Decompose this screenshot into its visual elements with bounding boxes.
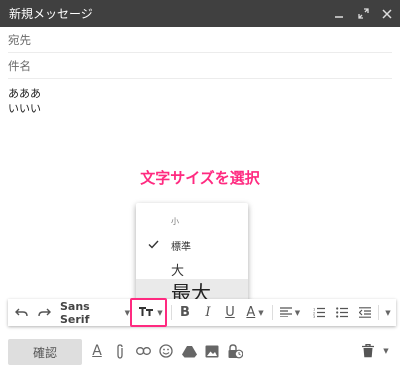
text-color-icon: A: [246, 305, 256, 320]
text-size-menu: 小 標準 大 最大: [136, 203, 248, 305]
underline-icon[interactable]: U: [219, 299, 241, 326]
italic-icon[interactable]: I: [197, 299, 219, 326]
subject-placeholder: 件名: [8, 58, 31, 73]
svg-text:3: 3: [313, 315, 315, 318]
size-option-label: 標準: [171, 241, 191, 253]
drive-icon[interactable]: [180, 342, 198, 360]
checkmark-icon: [148, 238, 159, 252]
chevron-down-icon: ▼: [385, 308, 391, 317]
formatting-icon[interactable]: A: [88, 342, 106, 360]
photo-icon[interactable]: [203, 342, 221, 360]
message-body[interactable]: あああ いいい: [8, 86, 41, 116]
align-icon: [279, 306, 292, 320]
size-option-small[interactable]: 小: [136, 211, 248, 231]
font-family-label: Sans Serif: [60, 299, 90, 326]
trash-icon[interactable]: [359, 342, 377, 360]
body-line-2: いいい: [8, 102, 41, 115]
compose-window: 新規メッセージ 宛先 件名 あああ いいい 文字サイズを選択 小 標準 大 最大…: [0, 0, 400, 369]
annotation-label: 文字サイズを選択: [140, 169, 260, 187]
align-button[interactable]: ▼: [276, 299, 304, 326]
compose-titlebar[interactable]: 新規メッセージ: [0, 0, 400, 27]
confidential-icon[interactable]: [226, 342, 244, 360]
expand-icon[interactable]: [356, 7, 370, 21]
text-color-button[interactable]: A ▼: [241, 299, 269, 326]
confirm-button[interactable]: 確認: [8, 339, 82, 365]
to-placeholder: 宛先: [8, 32, 31, 47]
bold-icon[interactable]: B: [174, 299, 196, 326]
confirm-button-label: 確認: [32, 345, 57, 360]
font-family-select[interactable]: Sans Serif ▼: [60, 299, 130, 326]
chevron-down-icon: ▼: [294, 308, 301, 317]
attach-icon[interactable]: [111, 342, 129, 360]
chevron-down-icon: ▼: [383, 347, 389, 355]
minimize-icon[interactable]: [332, 7, 346, 21]
more-icon[interactable]: ▼: [380, 342, 392, 360]
body-line-1: あああ: [8, 87, 41, 100]
size-option-label: 小: [171, 216, 179, 226]
window-controls: [332, 0, 394, 27]
formatting-toolbar: Sans Serif ▼ ▼ B I U A ▼ ▼ 123 ▼: [8, 299, 396, 326]
window-title: 新規メッセージ: [9, 7, 93, 21]
indent-less-icon[interactable]: [354, 299, 376, 326]
undo-icon[interactable]: [10, 299, 32, 326]
toolbar-divider: [171, 305, 172, 320]
text-size-highlight: [130, 298, 167, 327]
toolbar-divider: [272, 305, 273, 320]
redo-icon[interactable]: [33, 299, 55, 326]
bulleted-list-icon[interactable]: [331, 299, 353, 326]
link-icon[interactable]: [134, 342, 152, 360]
toolbar-divider: [378, 305, 379, 320]
subject-field[interactable]: 件名: [8, 53, 392, 79]
size-option-normal[interactable]: 標準: [136, 234, 248, 256]
more-options-icon[interactable]: ▼: [380, 299, 396, 326]
close-icon[interactable]: [380, 7, 394, 21]
to-field[interactable]: 宛先: [8, 27, 392, 53]
compose-bottombar: 確認 A ▼: [0, 330, 400, 369]
numbered-list-icon[interactable]: 123: [308, 299, 330, 326]
emoji-icon[interactable]: [157, 342, 175, 360]
chevron-down-icon: ▼: [258, 308, 264, 317]
